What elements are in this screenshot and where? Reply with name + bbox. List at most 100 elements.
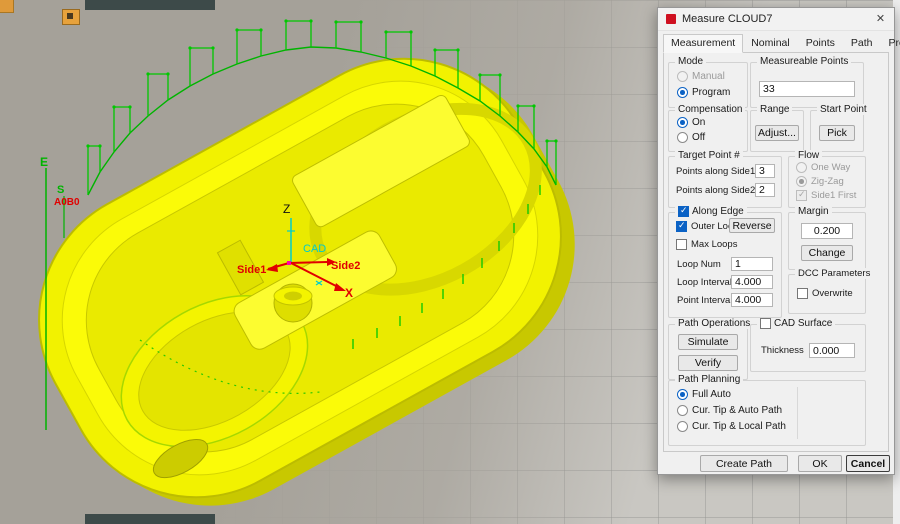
model-cylinder <box>273 283 313 323</box>
compensation-title: Compensation <box>675 104 746 115</box>
max-loops-checkbox[interactable] <box>676 239 687 250</box>
mode-group: Mode Manual Program <box>668 56 748 108</box>
points-side1-label: Points along Side1 <box>676 166 756 177</box>
label-side1: Side1 <box>237 264 266 276</box>
points-side2-field[interactable] <box>755 183 775 197</box>
change-button[interactable]: Change <box>801 245 853 261</box>
margin-field[interactable] <box>801 223 853 239</box>
window-glyph <box>67 13 73 19</box>
ok-button[interactable]: OK <box>798 455 842 472</box>
dialog-title: Measure CLOUD7 <box>682 13 773 25</box>
one-way-label: One Way <box>811 162 851 173</box>
manual-radio[interactable] <box>677 71 688 82</box>
cur-tip-local-path-label: Cur. Tip & Local Path <box>692 421 786 432</box>
measureable-points-group: Measureable Points <box>750 56 864 108</box>
points-side1-field[interactable] <box>755 164 775 178</box>
cancel-button[interactable]: Cancel <box>846 455 890 472</box>
program-radio-label: Program <box>692 87 731 98</box>
compensation-off-radio[interactable] <box>677 132 688 143</box>
path-planning-group: Path Planning Full Auto Cur. Tip & Auto … <box>668 374 866 446</box>
tab-prompt[interactable]: Prompt <box>881 34 900 53</box>
target-point-title: Target Point # <box>675 150 743 161</box>
start-point-group: Start Point Pick <box>810 104 870 152</box>
compensation-group: Compensation On Off <box>668 104 748 152</box>
label-x-axis: X <box>345 286 353 300</box>
side1-first-label: Side1 First <box>811 190 857 201</box>
screen: E S A0B0 Z CAD Side1 Side2 X Measure CLO… <box>0 0 900 524</box>
background-window-bar-top <box>85 0 215 10</box>
program-radio[interactable] <box>677 87 688 98</box>
label-cad: CAD <box>303 243 326 255</box>
along-edge-header: Along Edge <box>675 205 747 217</box>
margin-group: Margin Change <box>788 206 866 270</box>
cur-tip-local-path-radio[interactable] <box>677 421 688 432</box>
range-title: Range <box>757 104 793 115</box>
points-side2-label: Points along Side2 <box>676 185 756 196</box>
adjust-button[interactable]: Adjust... <box>755 125 799 141</box>
label-e: E <box>40 155 48 169</box>
dcc-parameters-group: DCC Parameters Overwrite <box>788 268 874 314</box>
loop-interval-label: Loop Interval <box>677 277 732 288</box>
dialog-titlebar[interactable]: Measure CLOUD7 ✕ <box>658 8 894 31</box>
one-way-radio[interactable] <box>796 162 807 173</box>
loop-interval-field[interactable] <box>731 275 773 289</box>
path-planning-divider <box>797 387 798 439</box>
full-auto-radio[interactable] <box>677 389 688 400</box>
thickness-field[interactable] <box>809 343 855 358</box>
dcc-parameters-title: DCC Parameters <box>795 268 874 279</box>
measureable-points-title: Measureable Points <box>757 56 852 67</box>
side1-first-checkbox[interactable] <box>796 189 807 201</box>
outer-loop-checkbox[interactable] <box>676 220 687 232</box>
start-point-title: Start Point <box>817 104 870 115</box>
point-interval-field[interactable] <box>731 293 773 307</box>
zig-zag-label: Zig-Zag <box>811 176 844 187</box>
label-side2: Side2 <box>331 260 360 272</box>
along-edge-group: Along Edge Outer Loop Reverse Max Loops … <box>668 205 782 318</box>
dialog-tab-strip: Measurement Nominal Points Path Prompt <box>663 34 900 53</box>
tab-nominal[interactable]: Nominal <box>743 34 798 53</box>
tab-points[interactable]: Points <box>798 34 843 53</box>
label-a0b0: A0B0 <box>54 197 80 208</box>
overwrite-checkbox[interactable] <box>797 288 808 299</box>
measure-cloud7-dialog: Measure CLOUD7 ✕ Measurement Nominal Poi… <box>657 7 900 475</box>
simulate-button[interactable]: Simulate <box>678 334 738 350</box>
manual-radio-label: Manual <box>692 71 725 82</box>
close-button[interactable]: ✕ <box>872 11 889 27</box>
cad-surface-header: CAD Surface <box>757 318 836 329</box>
loop-num-field[interactable] <box>731 257 773 271</box>
tab-measurement[interactable]: Measurement <box>663 34 744 53</box>
pick-button[interactable]: Pick <box>819 125 855 141</box>
compensation-on-radio[interactable] <box>677 117 688 128</box>
thickness-label: Thickness <box>761 345 804 356</box>
full-auto-label: Full Auto <box>692 389 731 400</box>
background-window-icon[interactable] <box>62 9 80 25</box>
background-window-corner <box>0 0 14 13</box>
create-path-button[interactable]: Create Path <box>700 455 788 472</box>
along-edge-label: Along Edge <box>692 206 744 217</box>
tab-path[interactable]: Path <box>843 34 881 53</box>
range-group: Range Adjust... <box>750 104 804 152</box>
mode-group-title: Mode <box>675 56 707 67</box>
cad-surface-group: CAD Surface Thickness <box>750 318 866 372</box>
flow-group: Flow One Way Zig-Zag Side1 First <box>788 150 866 208</box>
cur-tip-auto-path-radio[interactable] <box>677 405 688 416</box>
max-loops-label: Max Loops <box>691 239 738 250</box>
point-interval-label: Point Interval <box>677 295 733 306</box>
dialog-app-icon <box>666 14 676 24</box>
target-point-group: Target Point # Points along Side1 Points… <box>668 150 782 208</box>
cad-surface-checkbox[interactable] <box>760 318 771 329</box>
margin-title: Margin <box>795 206 832 217</box>
flow-title: Flow <box>795 150 823 161</box>
verify-button[interactable]: Verify <box>678 355 738 371</box>
path-planning-title: Path Planning <box>675 374 744 385</box>
measureable-points-field[interactable] <box>759 81 855 97</box>
label-z-axis: Z <box>283 202 290 216</box>
reverse-button[interactable]: Reverse <box>729 218 775 233</box>
zig-zag-radio[interactable] <box>796 176 807 187</box>
loop-num-label: Loop Num <box>677 259 721 270</box>
cad-model <box>38 57 575 506</box>
path-operations-title: Path Operations <box>675 318 754 329</box>
overwrite-label: Overwrite <box>812 288 853 299</box>
compensation-off-label: Off <box>692 132 706 143</box>
along-edge-checkbox[interactable] <box>678 205 689 217</box>
